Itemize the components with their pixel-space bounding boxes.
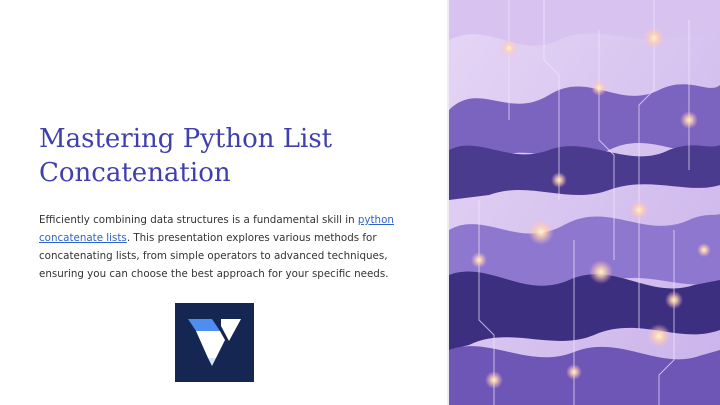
abstract-circuit-art [449, 0, 720, 405]
title-line-2: Concatenation [39, 158, 231, 188]
title-line-1: Mastering Python List [39, 124, 333, 154]
slide: Mastering Python List Concatenation Effi… [0, 0, 720, 405]
slide-description: Efficiently combining data structures is… [39, 211, 404, 283]
brand-logo [175, 303, 254, 382]
brand-v-logo-icon [188, 319, 241, 366]
description-text-start: Efficiently combining data structures is… [39, 214, 358, 226]
slide-title: Mastering Python List Concatenation [39, 122, 429, 190]
